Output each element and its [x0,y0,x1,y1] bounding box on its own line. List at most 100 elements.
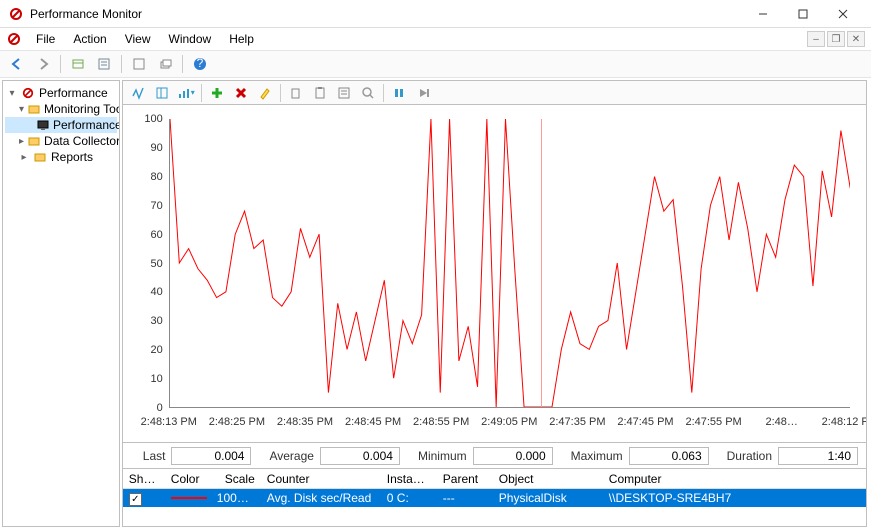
copy-properties-button[interactable] [285,82,307,104]
tree-node-reports[interactable]: ▸ Reports [5,149,117,165]
view-current-activity-button[interactable] [127,82,149,104]
forward-button[interactable] [32,53,54,75]
mdi-controls: – ❐ ✕ [807,31,865,47]
stat-minimum-label: Minimum [418,449,467,463]
paste-counter-list-button[interactable] [309,82,331,104]
chevron-right-icon[interactable]: ▸ [19,152,29,163]
menu-action[interactable]: Action [65,30,114,48]
body: ▾ Performance ▾ Monitoring Tools Perform… [0,78,871,529]
chart-area[interactable]: 01020304050607080901002:48:13 PM2:48:25 … [122,104,867,443]
tree-node-performance-monitor[interactable]: Performance Monitor [5,117,117,133]
x-tick-label: 2:47:55 PM [685,416,741,428]
folder-icon [28,134,40,148]
tree-node-label: Performance Monitor [53,118,120,132]
col-object[interactable]: Object [493,472,603,486]
menu-help[interactable]: Help [221,30,262,48]
col-scale[interactable]: Scale [211,472,261,486]
chart-cursor-line [541,119,542,407]
counter-name-cell: Avg. Disk sec/Read [261,491,381,505]
show-hide-tree-button[interactable] [67,53,89,75]
counter-show-cell[interactable]: ✓ [123,491,165,506]
y-tick-label: 0 [131,402,163,414]
mdi-restore-button[interactable]: ❐ [827,31,845,47]
counter-grid[interactable]: Show Color Scale Counter Instance Parent… [122,469,867,527]
tree-node-label: Monitoring Tools [44,102,120,116]
col-computer[interactable]: Computer [603,472,866,486]
stat-maximum-value: 0.063 [629,447,709,465]
color-swatch [171,497,207,499]
y-tick-label: 90 [131,142,163,154]
window-controls [743,0,863,28]
x-tick-label: 2:48:12 PM [822,416,867,428]
menu-view[interactable]: View [117,30,159,48]
svg-text:?: ? [197,57,204,70]
properties-icon-button[interactable] [333,82,355,104]
col-counter[interactable]: Counter [261,472,381,486]
tree-node-monitoring-tools[interactable]: ▾ Monitoring Tools [5,101,117,117]
mdi-minimize-button[interactable]: – [807,31,825,47]
chevron-down-icon[interactable]: ▾ [7,88,17,99]
counter-grid-header[interactable]: Show Color Scale Counter Instance Parent… [123,469,866,489]
chevron-right-icon[interactable]: ▸ [19,136,24,147]
tree-root[interactable]: ▾ Performance [5,85,117,101]
zoom-button[interactable] [357,82,379,104]
toolbar-separator [121,55,122,73]
col-parent[interactable]: Parent [437,472,493,486]
titlebar: Performance Monitor [0,0,871,28]
stat-last-value: 0.004 [171,447,251,465]
stat-average-label: Average [269,449,313,463]
tree-node-data-collector-sets[interactable]: ▸ Data Collector Sets [5,133,117,149]
tree-node-label: Reports [51,150,93,164]
properties-button[interactable] [93,53,115,75]
y-tick-label: 100 [131,113,163,125]
chart-toolbar: ▾ [122,80,867,104]
menu-file[interactable]: File [28,30,63,48]
monitor-icon [37,118,49,132]
col-instance[interactable]: Instance [381,472,437,486]
update-data-button[interactable] [412,82,434,104]
performance-icon [21,86,35,100]
y-tick-label: 40 [131,286,163,298]
highlight-button[interactable] [254,82,276,104]
delete-counter-button[interactable] [230,82,252,104]
export-button[interactable] [128,53,150,75]
x-tick-label: 2:48:45 PM [345,416,401,428]
tree-pane[interactable]: ▾ Performance ▾ Monitoring Tools Perform… [2,80,120,527]
close-button[interactable] [823,0,863,28]
stats-row: Last 0.004 Average 0.004 Minimum 0.000 M… [122,443,867,469]
maximize-button[interactable] [783,0,823,28]
chevron-down-icon[interactable]: ▾ [19,104,24,115]
minimize-button[interactable] [743,0,783,28]
checkbox-checked-icon[interactable]: ✓ [129,493,142,506]
change-graph-type-button[interactable]: ▾ [175,82,197,104]
x-tick-label: 2:48… [765,416,797,428]
outer-toolbar: ? [0,50,871,78]
x-tick-label: 2:48:13 PM [141,416,197,428]
counter-scale-cell: 10000.0 [211,491,261,505]
counter-computer-cell: \\DESKTOP-SRE4BH7 [603,491,866,505]
col-show[interactable]: Show [123,472,165,486]
freeze-display-button[interactable] [388,82,410,104]
x-tick-label: 2:47:45 PM [617,416,673,428]
stat-duration-label: Duration [727,449,772,463]
back-button[interactable] [6,53,28,75]
stat-duration-value: 1:40 [778,447,858,465]
new-window-button[interactable] [154,53,176,75]
y-tick-label: 50 [131,258,163,270]
y-tick-label: 70 [131,200,163,212]
toolbar-separator [182,55,183,73]
view-log-data-button[interactable] [151,82,173,104]
counter-row[interactable]: ✓ 10000.0 Avg. Disk sec/Read 0 C: --- Ph… [123,489,866,507]
help-button[interactable]: ? [189,53,211,75]
menu-window[interactable]: Window [161,30,220,48]
toolbar-separator [201,84,202,102]
toolbar-separator [280,84,281,102]
y-tick-label: 20 [131,344,163,356]
toolbar-separator [60,55,61,73]
add-counter-button[interactable] [206,82,228,104]
mdi-close-button[interactable]: ✕ [847,31,865,47]
stat-last-label: Last [143,449,166,463]
x-tick-label: 2:48:35 PM [277,416,333,428]
col-color[interactable]: Color [165,472,211,486]
toolbar-separator [383,84,384,102]
